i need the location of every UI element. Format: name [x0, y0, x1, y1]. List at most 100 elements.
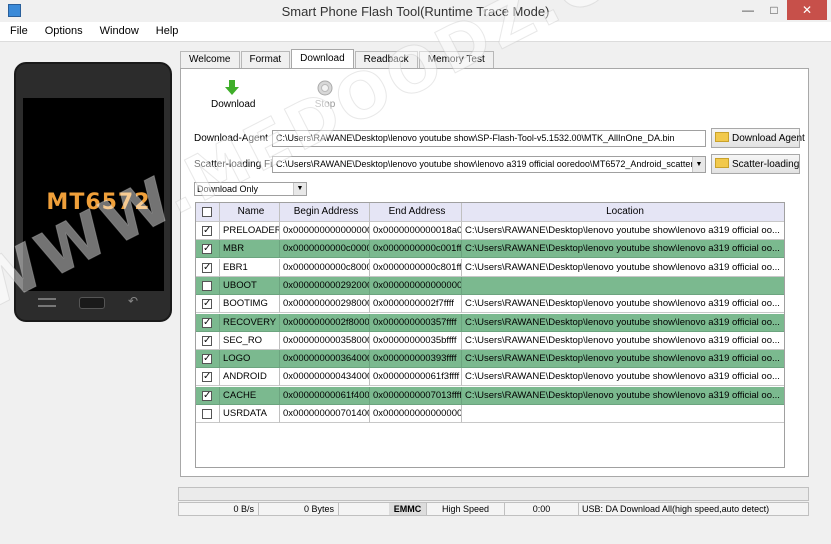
- window-controls: — □ ✕: [735, 0, 827, 20]
- status-bytes: 0 Bytes: [259, 503, 339, 515]
- download-panel: Download Stop Download-Agent C:\Users\RA…: [180, 68, 809, 477]
- home-key-icon: [79, 297, 105, 309]
- scatter-loading-label: Scatter-loading File: [194, 159, 281, 170]
- partition-name: ANDROID: [220, 368, 280, 387]
- chevron-down-icon[interactable]: ▼: [692, 157, 705, 172]
- end-address: 0x000000000393ffff: [370, 350, 462, 369]
- checkbox-cell: ✓: [196, 368, 220, 387]
- begin-address: 0x0000000002980000: [280, 295, 370, 314]
- maximize-icon[interactable]: □: [761, 0, 787, 20]
- partition-checkbox[interactable]: [202, 409, 212, 419]
- location: [462, 277, 784, 295]
- partition-checkbox[interactable]: ✓: [202, 244, 212, 255]
- scatter-loading-path[interactable]: C:\Users\RAWANE\Desktop\lenovo youtube s…: [272, 156, 706, 173]
- menu-window[interactable]: Window: [90, 22, 146, 41]
- partition-checkbox[interactable]: ✓: [202, 226, 212, 236]
- checkbox-cell: [196, 405, 220, 423]
- location: C:\Users\RAWANE\Desktop\lenovo youtube s…: [462, 240, 784, 259]
- location: C:\Users\RAWANE\Desktop\lenovo youtube s…: [462, 259, 784, 277]
- table-row[interactable]: ✓ RECOVERY 0x0000000002f80000 0x00000000035…: [196, 313, 784, 332]
- checkbox-cell: ✓: [196, 222, 220, 240]
- begin-address: 0x0000000003640000: [280, 350, 370, 369]
- table-row[interactable]: ✓ LOGO 0x0000000003640000 0x000000000393fff…: [196, 350, 784, 369]
- partition-name: MBR: [220, 240, 280, 259]
- header-location[interactable]: Location: [462, 203, 784, 222]
- tab-memory-test[interactable]: Memory Test: [418, 51, 494, 68]
- end-address: 0x0000000000000000: [370, 276, 462, 295]
- download-agent-path[interactable]: C:\Users\RAWANE\Desktop\lenovo youtube s…: [272, 130, 706, 147]
- table-row[interactable]: ✓ MBR 0x0000000000c00000 0x0000000000c001ff…: [196, 240, 784, 259]
- location: C:\Users\RAWANE\Desktop\lenovo youtube s…: [462, 350, 784, 369]
- table-row[interactable]: UBOOT 0x0000000002920000 0x000000000000000…: [196, 276, 784, 295]
- partition-table: Name Begin Address End Address Location …: [195, 202, 785, 468]
- begin-address: 0x0000000004340000: [280, 368, 370, 387]
- close-icon[interactable]: ✕: [787, 0, 827, 20]
- end-address: 0x0000000000c001ff: [370, 240, 462, 259]
- begin-address: 0x0000000007014000: [280, 405, 370, 423]
- table-row[interactable]: ✓ ANDROID 0x0000000004340000 0x00000000061f…: [196, 368, 784, 387]
- end-address: 0x0000000000018a0b: [370, 222, 462, 240]
- download-agent-button[interactable]: Download Agent: [711, 128, 805, 148]
- download-arrow-icon: [225, 80, 239, 95]
- stop-icon: [317, 80, 333, 96]
- chipset-label: MT6572: [46, 190, 151, 215]
- location: C:\Users\RAWANE\Desktop\lenovo youtube s…: [462, 387, 784, 405]
- status-spacer: [339, 503, 389, 515]
- menu-bar: File Options Window Help: [0, 22, 831, 42]
- tab-readback[interactable]: Readback: [354, 51, 418, 68]
- table-row[interactable]: ✓ PRELOADER 0x0000000000000000 0x0000000000…: [196, 222, 784, 240]
- end-address: 0x0000000007013ffff: [370, 386, 462, 405]
- checkbox-cell: ✓: [196, 313, 220, 332]
- partition-name: CACHE: [220, 386, 280, 405]
- begin-address: 0x0000000000000000: [280, 222, 370, 240]
- end-address: 0x0000000000c801ff: [370, 258, 462, 277]
- partition-checkbox[interactable]: ✓: [202, 262, 212, 273]
- phone-top: [16, 64, 170, 98]
- download-label: Download: [211, 99, 256, 110]
- header-name[interactable]: Name: [220, 203, 280, 222]
- tab-download[interactable]: Download: [291, 49, 354, 68]
- partition-checkbox[interactable]: ✓: [202, 354, 212, 365]
- partition-checkbox[interactable]: ✓: [202, 335, 212, 346]
- end-address: 0x0000000000000000: [370, 405, 462, 423]
- table-row[interactable]: ✓ SEC_RO 0x0000000003580000 0x00000000035bf…: [196, 331, 784, 350]
- partition-checkbox[interactable]: ✓: [202, 317, 212, 328]
- select-all-checkbox[interactable]: [202, 207, 212, 217]
- menu-help[interactable]: Help: [146, 22, 186, 41]
- download-mode-select[interactable]: Download Only ▼: [194, 182, 307, 196]
- begin-address: 0x0000000000c00000: [280, 240, 370, 259]
- begin-address: 0x0000000003580000: [280, 331, 370, 350]
- partition-checkbox[interactable]: ✓: [202, 299, 212, 310]
- table-row[interactable]: ✓ CACHE0x00000000061f400000x0000000007013…: [196, 386, 784, 405]
- stop-button[interactable]: Stop: [305, 79, 345, 110]
- partition-name: PRELOADER: [220, 222, 280, 240]
- partition-checkbox[interactable]: [202, 280, 212, 291]
- progress-bar: [178, 487, 809, 501]
- location: C:\Users\RAWANE\Desktop\lenovo youtube s…: [462, 332, 784, 350]
- menu-options[interactable]: Options: [35, 22, 90, 41]
- partition-checkbox[interactable]: ✓: [202, 390, 212, 401]
- partition-checkbox[interactable]: ✓: [202, 372, 212, 383]
- tab-format[interactable]: Format: [240, 51, 291, 68]
- checkbox-cell: ✓: [196, 258, 220, 277]
- header-end-address[interactable]: End Address: [370, 203, 462, 222]
- minimize-icon[interactable]: —: [735, 0, 761, 20]
- chevron-down-icon[interactable]: ▼: [293, 183, 306, 195]
- menu-file[interactable]: File: [0, 22, 35, 41]
- begin-address: 0x0000000002920000: [280, 276, 370, 295]
- scatter-loading-button[interactable]: Scatter-loading: [711, 154, 800, 174]
- end-address: 0x000000000357ffff: [370, 313, 462, 332]
- header-begin-address[interactable]: Begin Address: [280, 203, 370, 222]
- table-row[interactable]: ✓ BOOTIMG 0x0000000002980000 0x0000000002f7…: [196, 295, 784, 314]
- status-message: USB: DA Download All(high speed,auto det…: [582, 504, 770, 514]
- stop-label: Stop: [314, 99, 336, 110]
- table-row[interactable]: USRDATA 0x0000000007014000 0x0000000000000…: [196, 405, 784, 423]
- table-row[interactable]: ✓ EBR1 0x0000000000c80000 0x0000000000c801f…: [196, 258, 784, 277]
- status-bar: 0 B/s 0 Bytes EMMC High Speed 0:00 USB: …: [178, 502, 809, 516]
- location: C:\Users\RAWANE\Desktop\lenovo youtube s…: [462, 222, 784, 240]
- status-time: 0:00: [505, 503, 579, 515]
- phone-image: MT6572 ↶: [14, 62, 172, 322]
- tab-welcome[interactable]: Welcome: [180, 51, 240, 68]
- download-agent-button-label: Download Agent: [732, 133, 805, 144]
- download-button[interactable]: Download: [211, 79, 256, 110]
